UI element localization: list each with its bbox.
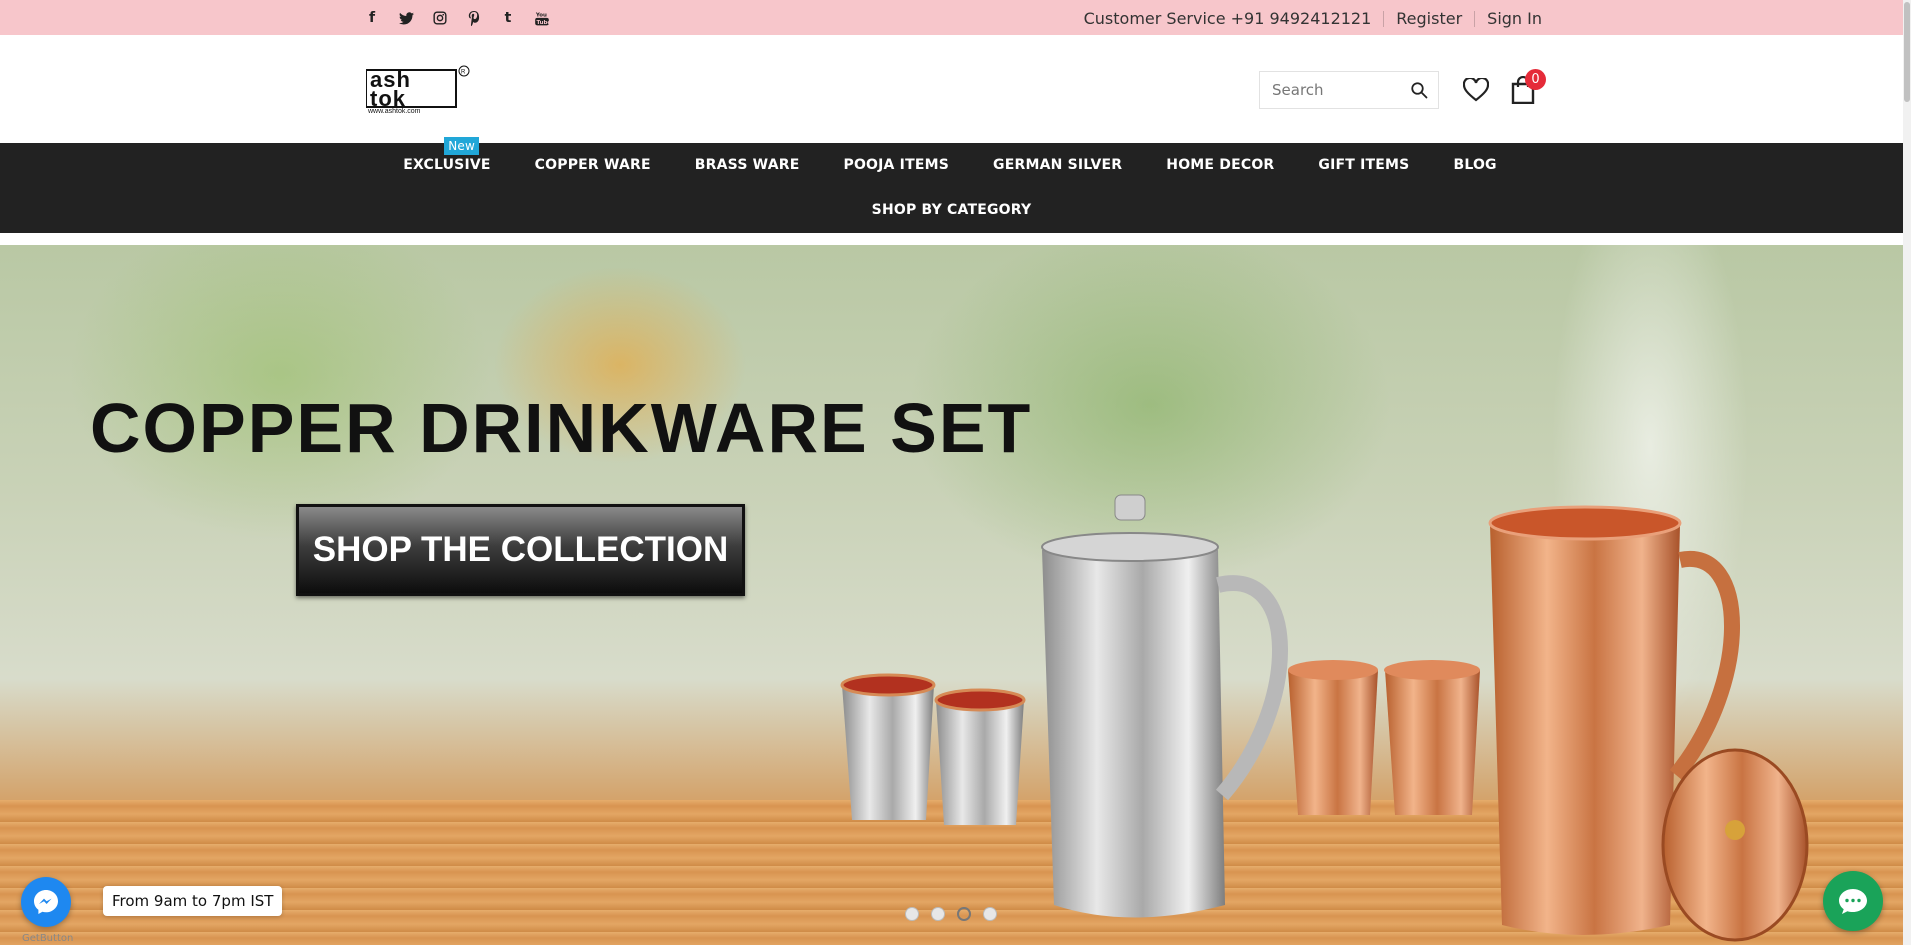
shop-collection-button[interactable]: SHOP THE COLLECTION <box>296 504 745 596</box>
sign-in-link[interactable]: Sign In <box>1487 9 1542 28</box>
page: f t YouTube Customer Service +91 9492412… <box>0 0 1911 945</box>
svg-text:www.ashtok.com: www.ashtok.com <box>367 108 421 113</box>
scrollbar-thumb[interactable] <box>1904 2 1910 102</box>
messenger-hours-label: From 9am to 7pm IST <box>103 886 283 916</box>
nav-item-german-silver[interactable]: GERMAN SILVER <box>993 157 1122 173</box>
slider-dot[interactable] <box>983 907 997 921</box>
scrollbar[interactable] <box>1903 0 1911 945</box>
slider-dot[interactable] <box>931 907 945 921</box>
messenger-icon <box>34 890 58 914</box>
facebook-icon[interactable]: f <box>362 8 382 28</box>
hero-slider: COPPER DRINKWARE SET SHOP THE COLLECTION <box>0 245 1903 945</box>
search-box <box>1259 71 1439 109</box>
twitter-icon[interactable] <box>396 8 416 28</box>
tumblr-icon[interactable]: t <box>498 8 518 28</box>
chat-button[interactable] <box>1823 871 1883 931</box>
slider-dots <box>905 907 997 921</box>
svg-text:Tube: Tube <box>537 19 549 25</box>
search-icon[interactable] <box>1410 81 1428 99</box>
nav-row: EXCLUSIVE New COPPER WARE BRASS WARE POOJ… <box>0 137 1903 173</box>
logo[interactable]: ash tok www.ashtok.com R <box>365 65 472 115</box>
messenger-button[interactable] <box>21 877 71 927</box>
nav-item-blog[interactable]: BLOG <box>1453 157 1496 173</box>
divider <box>1474 10 1476 27</box>
nav-item-copper-ware[interactable]: COPPER WARE <box>535 157 651 173</box>
main-nav: EXCLUSIVE New COPPER WARE BRASS WARE POOJ… <box>0 137 1903 233</box>
search-input[interactable] <box>1272 81 1402 99</box>
nav-row: SHOP BY CATEGORY <box>0 202 1903 218</box>
chat-bubble-icon <box>1839 889 1867 914</box>
new-badge: New <box>444 137 480 155</box>
cart-count-badge: 0 <box>1525 69 1546 90</box>
nav-item-brass-ware[interactable]: BRASS WARE <box>695 157 800 173</box>
youtube-icon[interactable]: YouTube <box>532 8 552 28</box>
top-bar: f t YouTube Customer Service +91 9492412… <box>0 0 1903 35</box>
svg-text:R: R <box>461 70 466 76</box>
copper-drinkware-image <box>840 494 1809 942</box>
header: ash tok www.ashtok.com R 0 <box>0 35 1903 143</box>
social-links: f t YouTube <box>362 8 552 28</box>
hero-title: COPPER DRINKWARE SET <box>90 389 1033 467</box>
instagram-icon[interactable] <box>430 8 450 28</box>
heart-icon[interactable] <box>1463 78 1489 102</box>
nav-item-pooja-items[interactable]: POOJA ITEMS <box>843 157 949 173</box>
customer-service: Customer Service +91 9492412121 <box>1083 9 1372 28</box>
getbutton-credit[interactable]: GetButton <box>22 933 73 944</box>
slider-dot-active[interactable] <box>957 907 971 921</box>
top-right-links: Customer Service +91 9492412121 Register… <box>1084 9 1542 28</box>
nav-item-shop-by-category[interactable]: SHOP BY CATEGORY <box>872 202 1032 218</box>
nav-item-gift-items[interactable]: GIFT ITEMS <box>1318 157 1409 173</box>
pinterest-icon[interactable] <box>464 8 484 28</box>
nav-item-exclusive[interactable]: EXCLUSIVE New <box>403 137 491 173</box>
divider <box>1383 10 1385 27</box>
svg-text:You: You <box>535 12 547 18</box>
register-link[interactable]: Register <box>1396 9 1462 28</box>
nav-item-label: EXCLUSIVE <box>403 157 491 173</box>
nav-item-home-decor[interactable]: HOME DECOR <box>1166 157 1274 173</box>
slider-dot[interactable] <box>905 907 919 921</box>
